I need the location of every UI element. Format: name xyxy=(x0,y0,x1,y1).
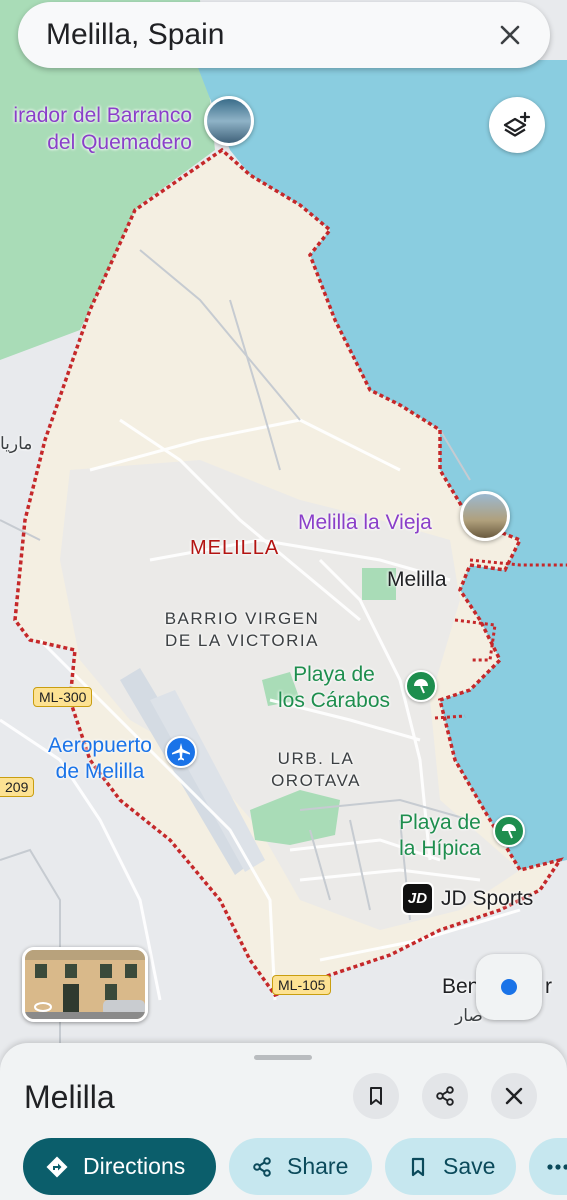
label-aeropuerto-line1: Aeropuerto xyxy=(48,734,152,757)
label-aeropuerto-line2: de Melilla xyxy=(55,760,145,783)
label-hipica[interactable]: Playa de la Hípica xyxy=(390,810,490,862)
label-urb-line2: OROTAVA xyxy=(271,771,361,790)
close-icon-sheet xyxy=(505,1087,523,1105)
location-dot-icon xyxy=(501,979,517,995)
close-sheet-button[interactable] xyxy=(491,1073,537,1119)
place-bottom-sheet[interactable]: Melilla Directions Share Save xyxy=(0,1043,567,1200)
close-icon[interactable] xyxy=(492,17,528,53)
my-location-button[interactable] xyxy=(476,954,542,1020)
label-mirador[interactable]: irador del Barranco del Quemadero xyxy=(0,102,192,156)
save-label: Save xyxy=(443,1153,496,1179)
street-view-thumbnail[interactable] xyxy=(22,947,148,1022)
label-mirador-line2: del Quemadero xyxy=(47,131,192,154)
share-icon xyxy=(436,1086,454,1106)
road-shield-209: 209 xyxy=(0,777,35,797)
layers-button[interactable] xyxy=(489,97,545,153)
directions-button[interactable]: Directions xyxy=(23,1138,216,1195)
label-city-upper: MELILLA xyxy=(190,537,280,559)
label-carabos-line1: Playa de xyxy=(293,663,375,686)
vieja-photo-pin[interactable] xyxy=(460,491,510,541)
more-icon xyxy=(547,1163,567,1170)
label-carabos-line2: los Cárabos xyxy=(277,689,391,712)
label-hipica-line2: la Hípica xyxy=(399,837,481,860)
layers-plus-icon xyxy=(503,111,531,137)
share-icon-chip xyxy=(251,1156,273,1178)
share-label: Share xyxy=(287,1153,349,1179)
mirador-photo-pin[interactable] xyxy=(204,96,254,146)
bookmark-icon xyxy=(370,1087,382,1105)
road-shield-ml300: ML-300 xyxy=(33,687,93,707)
street-view-image xyxy=(25,950,145,1019)
directions-icon xyxy=(45,1155,69,1179)
label-jd-sports[interactable]: JD Sports xyxy=(441,887,533,911)
label-arabic-left: ماريا xyxy=(0,434,33,453)
share-header-button[interactable] xyxy=(422,1073,468,1119)
bookmark-icon-chip xyxy=(407,1156,429,1178)
label-melilla-la-vieja[interactable]: Melilla la Vieja xyxy=(298,509,432,536)
road-shield-ml105: ML-105 xyxy=(272,975,332,995)
map-canvas[interactable]: irador del Barranco del Quemadero ماريا … xyxy=(0,0,567,1060)
search-bar[interactable]: Melilla, Spain xyxy=(18,2,550,68)
label-urb-line1: URB. LA xyxy=(277,749,355,768)
label-barrio-line1: BARRIO VIRGEN xyxy=(164,609,320,628)
share-button[interactable]: Share xyxy=(229,1138,372,1195)
label-barrio-line2: DE LA VICTORIA xyxy=(165,631,319,650)
search-query[interactable]: Melilla, Spain xyxy=(46,18,492,52)
airplane-icon[interactable] xyxy=(165,736,197,768)
save-header-button[interactable] xyxy=(353,1073,399,1119)
jd-sports-logo[interactable]: JD xyxy=(401,882,434,915)
beach-umbrella-icon[interactable] xyxy=(405,670,437,702)
more-button[interactable] xyxy=(529,1138,567,1195)
place-title: Melilla xyxy=(24,1079,115,1115)
directions-label: Directions xyxy=(83,1153,186,1179)
save-button[interactable]: Save xyxy=(385,1138,516,1195)
label-barrio: BARRIO VIRGEN DE LA VICTORIA xyxy=(158,608,326,652)
beach-umbrella-icon-2[interactable] xyxy=(493,815,525,847)
label-mirador-line1: irador del Barranco xyxy=(13,104,192,127)
label-carabos[interactable]: Playa de los Cárabos xyxy=(266,662,402,714)
label-melilla-town[interactable]: Melilla xyxy=(387,568,447,592)
label-urb: URB. LA OROTAVA xyxy=(260,748,372,792)
label-hipica-line1: Playa de xyxy=(399,811,481,834)
drag-handle[interactable] xyxy=(254,1055,312,1060)
label-aeropuerto[interactable]: Aeropuerto de Melilla xyxy=(36,733,164,785)
label-beni-end: r xyxy=(545,975,552,998)
